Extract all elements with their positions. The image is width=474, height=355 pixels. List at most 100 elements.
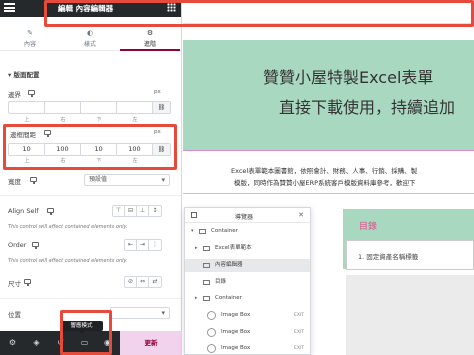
text-editor-icon	[203, 263, 210, 268]
nav-item[interactable]: Image Box EXIT	[185, 326, 310, 339]
container-icon	[199, 229, 206, 234]
position-label: 位置	[8, 311, 21, 319]
caret-icon[interactable]: ▸	[195, 242, 198, 255]
settings-icon[interactable]: ⚙	[8, 338, 17, 347]
nav-item-label: Container	[215, 295, 242, 301]
tab-advanced[interactable]: ⚙ 進階	[120, 27, 180, 51]
margin-label: 邊界	[8, 91, 21, 99]
nav-item[interactable]: ▸ Excel表單範本	[185, 242, 310, 255]
align-stretch-icon[interactable]: ↕	[149, 206, 161, 216]
order-custom-icon[interactable]: ⋮	[149, 240, 161, 250]
navigator-title: 導覽器	[235, 214, 254, 221]
nav-item[interactable]: ▾ Container	[185, 225, 310, 238]
desktop-icon[interactable]	[24, 279, 31, 286]
caret-icon[interactable]: ▾	[191, 225, 194, 238]
width-label: 寬度	[8, 178, 21, 186]
align-self-hint: This control will affect contained eleme…	[8, 224, 128, 230]
desktop-icon[interactable]	[28, 90, 35, 97]
nav-item[interactable]: 目錄	[185, 276, 310, 289]
panel-tabs: ✎ 內容 ◐ 樣式 ⚙ 進階	[0, 27, 181, 51]
tab-content[interactable]: ✎ 內容	[0, 27, 60, 51]
section-border	[183, 150, 474, 151]
nav-item[interactable]: Image Box EXIT	[185, 342, 310, 355]
tab-label: 內容	[23, 41, 36, 48]
align-self-buttons: ⊤ ⊟ ⊥ ↕	[112, 205, 162, 217]
toc-title: 目錄	[359, 222, 378, 232]
hero-section[interactable]: 贊贊小屋特製Excel表單 直接下載使用，持續追加	[183, 40, 474, 151]
divider	[0, 195, 181, 196]
order-buttons: ⇤ ⇥ ⋮	[124, 239, 162, 251]
order-end-icon[interactable]: ⇥	[137, 240, 149, 250]
nav-item-label: Image Box	[221, 345, 251, 351]
pencil-icon: ✎	[27, 29, 33, 37]
layers-icon[interactable]: ◈	[32, 338, 41, 347]
half-circle-icon: ◐	[86, 29, 94, 37]
collapse-all-icon[interactable]	[191, 212, 197, 218]
gear-icon: ⚙	[146, 29, 154, 37]
responsive-highlight-box	[60, 310, 112, 355]
margin-top-input[interactable]	[9, 102, 45, 113]
image-box-icon	[207, 328, 216, 337]
margin-bottom-input[interactable]	[81, 102, 117, 113]
margin-left-input[interactable]	[117, 102, 153, 113]
order-hint: This control will affect contained eleme…	[8, 258, 128, 264]
exit-badge: EXIT	[293, 313, 304, 318]
size-shrink-icon[interactable]: ⇄	[149, 277, 161, 287]
intro-text-line1: Excel表單範本圖書館，依照會計、財務、人事、行銷、採購、製	[231, 167, 418, 175]
align-start-icon[interactable]: ⊤	[113, 206, 125, 216]
margin-unit[interactable]: px	[154, 89, 161, 95]
order-start-icon[interactable]: ⇤	[125, 240, 137, 250]
container-icon	[203, 246, 210, 251]
size-buttons: ⊘ ⇔ ⇄	[124, 276, 162, 288]
layout-section-title[interactable]: ▾ 版面配置	[8, 69, 40, 79]
nav-item[interactable]: ▸ Container	[185, 292, 310, 305]
tab-label: 進階	[143, 41, 156, 48]
side-label: 上	[24, 117, 30, 123]
header-highlight-box	[44, 0, 474, 27]
margin-right-input[interactable]	[45, 102, 81, 113]
tab-label: 樣式	[83, 41, 96, 48]
editor-screen: 編輯 內容編輯器 ✎ 內容 ◐ 樣式 ⚙ 進階 ▾ 版面配置 邊界 px ⛓ 上…	[0, 0, 474, 355]
size-label: 尺寸	[8, 280, 21, 288]
align-self-label: Align Self	[8, 207, 39, 215]
navigator-header[interactable]: 導覽器 ✕	[185, 208, 310, 223]
width-select[interactable]: 預設值	[84, 174, 170, 186]
update-button[interactable]: 更新	[120, 331, 182, 355]
position-select[interactable]	[110, 307, 170, 319]
toc-item[interactable]: 1. 固定資產名稱標籤	[358, 251, 418, 261]
image-box-icon	[207, 311, 216, 320]
side-label: 下	[96, 117, 102, 123]
size-grow-icon[interactable]: ⇔	[137, 277, 149, 287]
nav-item-label: Image Box	[221, 312, 251, 318]
intro-text-line2: 模版，同時作為贊贊小屋ERP系統客戶模版資料庫參考，歡迎下	[234, 179, 416, 187]
side-label: 右	[60, 117, 66, 123]
exit-badge: EXIT	[293, 346, 304, 351]
desktop-icon[interactable]	[30, 177, 37, 184]
desktop-icon[interactable]	[32, 242, 39, 249]
hero-heading-line1: 贊贊小屋特製Excel表單	[263, 68, 434, 87]
nav-item[interactable]: Image Box EXIT	[185, 309, 310, 322]
gray-section	[346, 275, 474, 355]
side-label: 左	[132, 117, 138, 123]
nav-item-label: Excel表單範本	[215, 245, 252, 251]
tab-style[interactable]: ◐ 樣式	[60, 27, 120, 51]
align-end-icon[interactable]: ⊥	[137, 206, 149, 216]
order-label: Order	[8, 241, 27, 249]
section-border	[183, 193, 474, 194]
nav-item-label: 內容編輯器	[215, 262, 243, 268]
toc-list[interactable]: 1. 固定資產名稱標籤	[346, 240, 474, 270]
hero-heading-line2: 直接下載使用，持續追加	[279, 98, 456, 117]
nav-item-selected[interactable]: 內容編輯器	[185, 259, 310, 272]
desktop-icon[interactable]	[47, 208, 54, 215]
link-values-icon[interactable]: ⛓	[153, 102, 170, 113]
close-icon[interactable]: ✕	[298, 211, 304, 219]
size-none-icon[interactable]: ⊘	[125, 277, 137, 287]
padding-highlight-box	[3, 124, 177, 170]
nav-item-label: Container	[211, 228, 238, 234]
align-center-icon[interactable]: ⊟	[125, 206, 137, 216]
text-editor-icon	[203, 280, 210, 285]
menu-icon[interactable]	[4, 3, 15, 12]
caret-icon[interactable]: ▸	[195, 292, 198, 305]
nav-item-label: 目錄	[215, 279, 227, 285]
margin-inputs: ⛓	[8, 101, 171, 114]
